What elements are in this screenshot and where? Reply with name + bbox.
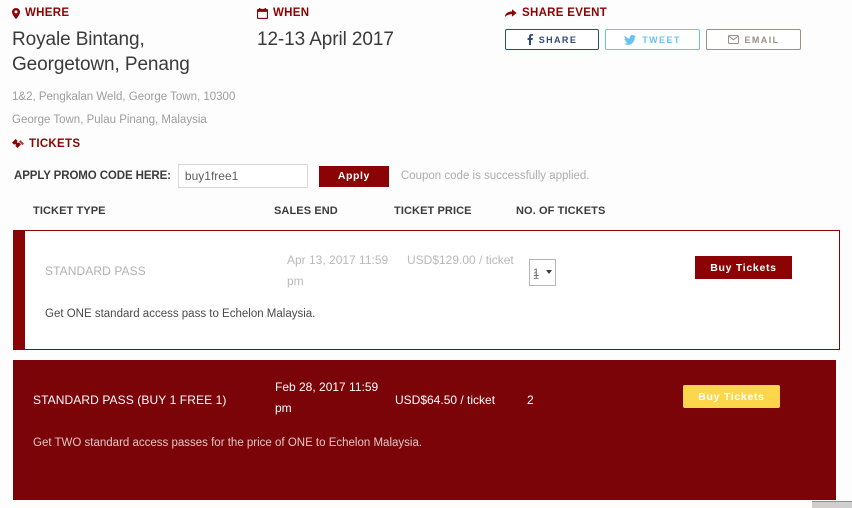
ticket-icon — [12, 139, 24, 149]
buy-tickets-button-standard[interactable]: Buy Tickets — [695, 256, 792, 279]
share-heading: SHARE EVENT — [505, 6, 845, 20]
buy-tickets-cell: Buy Tickets — [683, 385, 780, 408]
when-section: WHEN 12-13 April 2017 — [257, 6, 487, 52]
calendar-icon — [257, 7, 268, 19]
ticket-sales-end: Apr 13, 2017 11:59 pm — [287, 253, 389, 288]
when-heading-text: WHEN — [273, 7, 310, 19]
venue-name: Royale Bintang, Georgetown, Penang — [12, 29, 190, 75]
ticket-row-standard-pass: STANDARD PASS Apr 13, 2017 11:59 pm USD$… — [13, 230, 840, 350]
ticket-description: Get ONE standard access pass to Echelon … — [45, 308, 316, 320]
promo-code-label: APPLY PROMO CODE HERE: — [14, 170, 171, 182]
where-section: WHERE Royale Bintang, Georgetown, Penang… — [12, 6, 252, 132]
share-twitter-label: TWEET — [642, 34, 681, 45]
column-header-sales-end: SALES END — [274, 205, 338, 217]
ticket-price: USD$129.00 / ticket — [407, 253, 514, 267]
when-heading: WHEN — [257, 6, 487, 20]
share-facebook-button[interactable]: SHARE — [505, 29, 599, 50]
event-date: 12-13 April 2017 — [257, 29, 394, 50]
envelope-icon — [727, 35, 739, 44]
ticket-quantity-select-wrap: 12345 1 — [529, 259, 556, 286]
buy-tickets-button-promo[interactable]: Buy Tickets — [683, 385, 780, 408]
twitter-icon — [624, 34, 637, 45]
share-facebook-label: SHARE — [538, 34, 578, 45]
promo-code-status-message: Coupon code is successfully applied. — [400, 170, 590, 182]
tickets-section-heading: TICKETS — [12, 137, 80, 151]
ticket-table-headers: TICKET TYPE SALES END TICKET PRICE NO. O… — [0, 205, 852, 223]
share-email-button[interactable]: EMAIL — [706, 29, 801, 50]
share-email-label: EMAIL — [744, 34, 780, 45]
tickets-heading: TICKETS — [12, 137, 80, 151]
ticket-quantity-select[interactable]: 12345 — [529, 259, 556, 286]
column-header-ticket-type: TICKET TYPE — [33, 205, 106, 217]
where-heading-text: WHERE — [25, 7, 70, 19]
ticket-quantity-value: 2 — [527, 393, 534, 407]
share-buttons: SHARE TWEET EMAIL — [505, 29, 845, 50]
ticket-name: STANDARD PASS (BUY 1 FREE 1) — [33, 393, 227, 407]
share-arrow-icon — [505, 8, 517, 18]
event-ticket-page: WHERE Royale Bintang, Georgetown, Penang… — [0, 0, 852, 508]
venue-address-line1: 1&2, Pengkalan Weld, George Town, 10300 — [12, 91, 236, 103]
column-header-no-of-tickets: NO. OF TICKETS — [516, 205, 606, 217]
buy-tickets-cell: Buy Tickets — [695, 256, 792, 279]
ticket-name: STANDARD PASS — [45, 264, 146, 278]
ticket-description: Get TWO standard access passes for the p… — [33, 437, 423, 449]
promo-code-input[interactable] — [177, 164, 308, 188]
share-section: SHARE EVENT SHARE TWEET EMAIL — [505, 6, 845, 50]
where-heading: WHERE — [12, 6, 252, 20]
share-twitter-button[interactable]: TWEET — [605, 29, 700, 50]
share-heading-text: SHARE EVENT — [522, 7, 608, 19]
column-header-ticket-price: TICKET PRICE — [394, 205, 472, 217]
tickets-heading-text: TICKETS — [29, 138, 81, 150]
venue-address: 1&2, Pengkalan Weld, George Town, 10300 … — [12, 86, 252, 132]
horizontal-scrollbar[interactable] — [812, 501, 852, 508]
event-info-row: WHERE Royale Bintang, Georgetown, Penang… — [0, 0, 852, 130]
map-pin-icon — [12, 7, 20, 19]
ticket-row-buy-one-free-one: STANDARD PASS (BUY 1 FREE 1) Feb 28, 201… — [13, 360, 836, 500]
ticket-sales-end: Feb 28, 2017 11:59 pm — [275, 380, 379, 415]
venue-address-line2: George Town, Pulau Pinang, Malaysia — [12, 114, 207, 126]
apply-promo-button[interactable]: Apply — [318, 165, 389, 187]
facebook-icon — [527, 34, 533, 45]
ticket-price: USD$64.50 / ticket — [395, 393, 496, 407]
promo-code-row: APPLY PROMO CODE HERE: Apply Coupon code… — [14, 164, 590, 188]
